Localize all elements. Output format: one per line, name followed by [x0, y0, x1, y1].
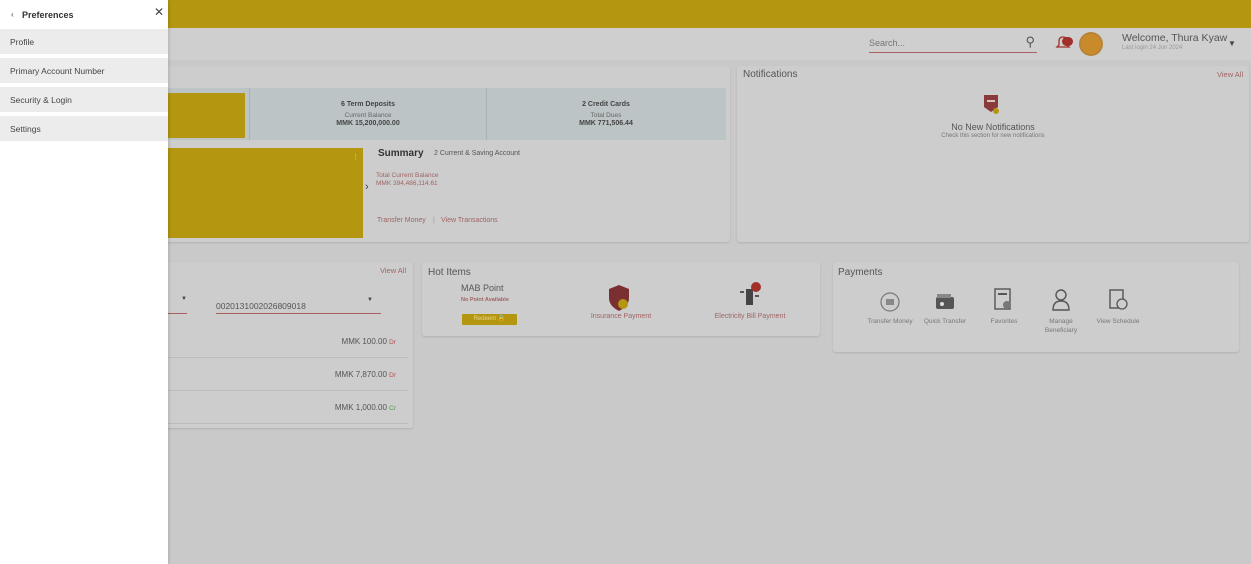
menu-item-profile[interactable]: Profile — [0, 29, 168, 54]
notification-badge — [1062, 37, 1073, 46]
debit-indicator: Dr — [389, 339, 396, 346]
transfer-icon[interactable] — [879, 290, 901, 314]
menu-item-primary-account-number[interactable]: Primary Account Number — [0, 58, 168, 83]
redeem-button[interactable]: Redeem 🔒 — [462, 314, 517, 325]
debit-indicator: Dr — [389, 372, 396, 379]
welcome-text: Welcome, Thura Kyaw — [1122, 32, 1228, 44]
avatar[interactable] — [1079, 32, 1103, 56]
table-row[interactable]: MMK 1,000.00 Cr — [163, 391, 408, 424]
drawer-header: ‹ Preferences ✕ — [0, 0, 168, 28]
transactions-view-all-link[interactable]: View All — [380, 266, 406, 275]
payments-title: Payments — [838, 267, 883, 278]
electricity-icon[interactable] — [737, 281, 761, 309]
transaction-amount: MMK 100.00 — [341, 337, 387, 346]
notifications-title: Notifications — [743, 69, 798, 80]
chevron-down-icon: ▼ — [367, 297, 373, 303]
search-icon[interactable]: ⚲ — [1025, 34, 1035, 50]
account-number: 0020131002026809018 — [216, 301, 306, 311]
term-deposits-value: MMK 15,200,000.00 — [336, 120, 400, 127]
credit-indicator: Cr — [389, 405, 396, 412]
no-notifications-subtitle: Check this section for new notifications — [941, 133, 1045, 139]
credit-cards-title[interactable]: 2 Credit Cards — [516, 101, 696, 108]
search-input[interactable] — [869, 34, 1009, 48]
favorites-icon[interactable] — [992, 287, 1014, 311]
manage-beneficiary-option[interactable]: Manage Beneficiary — [1037, 317, 1085, 335]
menu-item-settings[interactable]: Settings — [0, 116, 168, 141]
account-card[interactable] — [163, 148, 363, 238]
summary-subtitle: 2 Current & Saving Account — [434, 150, 520, 157]
term-deposits-title[interactable]: 6 Term Deposits — [278, 101, 458, 108]
redeem-button-label: Redeem — [473, 316, 497, 322]
last-login-text: Last login 24 Jun 2024 — [1122, 45, 1183, 51]
summary-title: Summary — [378, 148, 424, 159]
shield-icon[interactable] — [607, 284, 631, 312]
no-notifications-title: No New Notifications — [951, 122, 1035, 132]
menu-item-security-login[interactable]: Security & Login — [0, 87, 168, 112]
total-balance-value: MMK 394,486,114.61 — [376, 180, 438, 187]
credit-cards-label: Total Dues — [590, 112, 622, 119]
search-box[interactable]: ⚲ — [869, 33, 1037, 53]
view-transactions-link[interactable]: View Transactions — [441, 217, 498, 224]
preferences-drawer: ‹ Preferences ✕ Profile Primary Account … — [0, 0, 168, 564]
chevron-right-icon[interactable]: › — [365, 181, 369, 193]
top-banner — [0, 0, 1251, 28]
hot-items-title: Hot Items — [428, 267, 471, 278]
card-menu-icon[interactable]: ⋮ — [352, 153, 359, 161]
notifications-view-all-link[interactable]: View All — [1217, 70, 1243, 79]
term-deposits-label: Current Balance — [344, 112, 392, 119]
electricity-bill-payment-link[interactable]: Electricity Bill Payment — [700, 313, 800, 320]
transaction-amount: MMK 7,870.00 — [334, 370, 387, 379]
account-number-dropdown[interactable]: 0020131002026809018 ▼ — [216, 296, 381, 314]
mab-point-title: MAB Point — [461, 283, 504, 293]
transfer-money-option[interactable]: Transfer Money — [866, 317, 914, 326]
divider — [486, 88, 487, 140]
savings-tile[interactable] — [163, 93, 245, 138]
credit-cards-value: MMK 771,506.44 — [579, 120, 633, 127]
beneficiary-icon[interactable] — [1050, 288, 1072, 312]
mab-point-status: No Point Available — [461, 297, 509, 303]
chevron-left-icon[interactable]: ‹ — [11, 10, 14, 19]
favorites-option[interactable]: Favorites — [980, 317, 1028, 326]
transfer-money-link[interactable]: Transfer Money — [377, 217, 426, 224]
wallet-icon[interactable] — [934, 290, 956, 314]
chevron-down-icon[interactable]: ▼ — [1228, 39, 1236, 48]
table-row[interactable]: MMK 100.00 Dr — [163, 325, 408, 358]
view-schedule-option[interactable]: View Schedule — [1094, 317, 1142, 326]
table-row[interactable]: MMK 7,870.00 Dr — [163, 358, 408, 391]
transaction-amount: MMK 1,000.00 — [334, 403, 387, 412]
link-separator: | — [433, 217, 435, 224]
close-icon[interactable]: ✕ — [154, 5, 164, 19]
drawer-title: Preferences — [22, 10, 74, 20]
divider — [249, 88, 250, 140]
total-balance-label: Total Current Balance — [376, 172, 439, 179]
schedule-icon[interactable] — [1107, 287, 1129, 311]
insurance-payment-link[interactable]: Insurance Payment — [580, 313, 662, 320]
notification-empty-icon — [984, 95, 999, 114]
quick-transfer-option[interactable]: Quick Transfer — [921, 317, 969, 326]
